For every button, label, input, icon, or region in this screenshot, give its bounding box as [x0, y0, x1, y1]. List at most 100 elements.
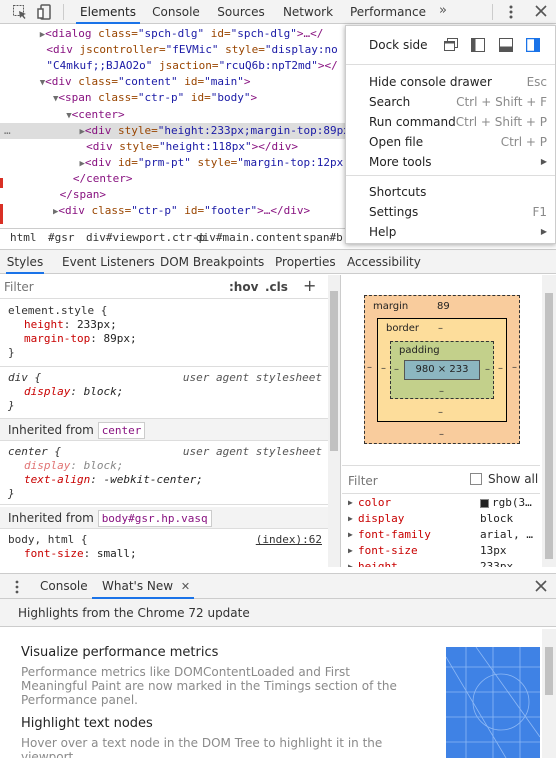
close-icon[interactable]: [534, 4, 548, 21]
color-swatch[interactable]: [480, 499, 489, 508]
content-size[interactable]: 980 × 233: [404, 360, 480, 380]
node-options-icon[interactable]: …: [4, 123, 11, 139]
menu-item-shortcuts[interactable]: Shortcuts: [346, 182, 555, 202]
hov-toggle[interactable]: :hov: [229, 280, 258, 294]
prop-value[interactable]: small;: [97, 547, 137, 560]
new-rule-button[interactable]: +: [303, 276, 316, 295]
drawer-menu-icon[interactable]: [14, 579, 20, 598]
expand-triangle-icon[interactable]: ▶: [348, 511, 353, 527]
computed-filter-input[interactable]: [348, 472, 458, 490]
tab-styles[interactable]: Styles: [6, 250, 44, 274]
drawer-tab-console[interactable]: Console: [28, 574, 100, 599]
menu-item-more-tools[interactable]: More tools ▶: [346, 152, 555, 172]
prop-name[interactable]: font-size: [24, 547, 84, 560]
computed-prop-name: font-size: [358, 544, 418, 557]
drawer-tab-whats-new[interactable]: What's New ✕: [92, 574, 195, 599]
styles-filter-input[interactable]: [4, 278, 214, 296]
breadcrumb-html[interactable]: html: [10, 229, 37, 246]
border-right-value[interactable]: –: [498, 363, 503, 374]
tab-event-listeners[interactable]: Event Listeners: [62, 250, 155, 274]
device-toolbar-icon[interactable]: [37, 4, 53, 20]
tab-console[interactable]: Console: [146, 0, 206, 24]
expand-triangle-icon[interactable]: ▶: [348, 559, 353, 567]
dom-token: <: [86, 140, 93, 153]
tab-performance[interactable]: Performance: [349, 0, 427, 24]
breadcrumb-body[interactable]: span#b: [303, 229, 343, 246]
expand-triangle-icon[interactable]: ▶: [348, 495, 353, 511]
inherited-node-link[interactable]: body#gsr.hp.vasq: [97, 510, 212, 527]
close-tab-icon[interactable]: ✕: [181, 580, 190, 593]
element-style-selector[interactable]: element.style {: [8, 304, 328, 318]
menu-item-search[interactable]: Search Ctrl + Shift + F: [346, 92, 555, 112]
computed-row[interactable]: ▶ font-family arial, …: [342, 527, 540, 543]
menu-shortcut: F1: [532, 205, 547, 219]
tab-properties[interactable]: Properties: [275, 250, 336, 274]
computed-prop-name: font-family: [358, 528, 431, 541]
prop-name[interactable]: height: [24, 318, 64, 331]
feature-description: Performance metrics like DOMContentLoade…: [21, 665, 397, 707]
expand-triangle-icon[interactable]: ▶: [348, 543, 353, 559]
breadcrumb-gsr[interactable]: #gsr: [48, 229, 75, 246]
dom-token: [0, 204, 53, 217]
padding-right-value[interactable]: –: [485, 364, 490, 375]
padding-left-value[interactable]: –: [394, 364, 399, 375]
menu-item-open-file[interactable]: Open file Ctrl + P: [346, 132, 555, 152]
rule-selector: center {: [8, 445, 61, 458]
source-link[interactable]: (index):62: [256, 533, 322, 547]
menu-item-help[interactable]: Help ▶: [346, 222, 555, 242]
chevron-double-right-icon[interactable]: »: [439, 3, 447, 18]
expand-triangle-icon[interactable]: ▶: [348, 527, 353, 543]
dom-token: "content": [118, 75, 178, 88]
div-ua-rule: div {user agent stylesheet display: bloc…: [0, 367, 328, 419]
margin-bottom-value[interactable]: –: [439, 429, 444, 440]
margin-right-value[interactable]: –: [512, 362, 517, 373]
border-top-value[interactable]: –: [438, 323, 443, 334]
dom-token: div: [92, 140, 113, 153]
dom-token: class=: [91, 27, 138, 40]
computed-scrollbar[interactable]: [542, 275, 556, 567]
padding-bottom-value[interactable]: –: [439, 386, 444, 397]
inspect-element-icon[interactable]: [12, 4, 28, 20]
dom-token: class=: [91, 91, 138, 104]
menu-item-run-command[interactable]: Run command Ctrl + Shift + P: [346, 112, 555, 132]
cls-toggle[interactable]: .cls: [265, 280, 288, 294]
kebab-icon[interactable]: [507, 4, 515, 23]
inherited-node-link[interactable]: center: [97, 422, 146, 439]
tab-elements[interactable]: Elements: [76, 0, 140, 24]
menu-item-settings[interactable]: Settings F1: [346, 202, 555, 222]
margin-label: margin: [373, 301, 409, 312]
border-bottom-value[interactable]: –: [438, 407, 443, 418]
tab-sources[interactable]: Sources: [212, 0, 270, 24]
dock-right-icon[interactable]: [525, 37, 541, 55]
drawer-scrollbar[interactable]: [542, 629, 556, 758]
styles-scrollbar[interactable]: [328, 275, 340, 567]
dom-token: >: [99, 188, 106, 201]
margin-top-value[interactable]: 89: [437, 301, 450, 312]
sidebar-tabs: Styles Event Listeners DOM Breakpoints P…: [0, 249, 556, 274]
close-drawer-icon[interactable]: [535, 580, 547, 595]
dock-bottom-icon[interactable]: [499, 38, 513, 55]
computed-row[interactable]: ▶ display block: [342, 511, 540, 527]
computed-row[interactable]: ▶ color rgb(3…: [342, 495, 540, 511]
computed-row[interactable]: ▶ height 233px: [342, 559, 540, 567]
border-left-value[interactable]: –: [381, 363, 386, 374]
dock-left-icon[interactable]: [471, 38, 485, 55]
rule-selector[interactable]: body, html {: [8, 533, 87, 546]
undock-icon[interactable]: [444, 38, 458, 55]
computed-row[interactable]: ▶ font-size 13px: [342, 543, 540, 559]
prop-name[interactable]: margin-top: [24, 332, 90, 345]
feature-image[interactable]: [446, 647, 540, 758]
menu-item-hide-console-drawer[interactable]: Hide console drawer Esc: [346, 72, 555, 92]
prop-value[interactable]: 89px;: [103, 332, 136, 345]
breadcrumb-viewport[interactable]: div#viewport.ctr-p: [86, 229, 205, 246]
tab-dom-breakpoints[interactable]: DOM Breakpoints: [160, 250, 264, 274]
tab-accessibility[interactable]: Accessibility: [347, 250, 421, 274]
computed-prop-value: block: [480, 512, 514, 525]
prop-value[interactable]: 233px;: [77, 318, 117, 331]
show-all-checkbox[interactable]: [470, 473, 482, 485]
breadcrumb-main[interactable]: div#main.content: [196, 229, 302, 246]
margin-left-value[interactable]: –: [367, 362, 372, 373]
tab-network[interactable]: Network: [278, 0, 338, 24]
dom-token: "body": [210, 91, 251, 104]
computed-prop-value: rgb(3…: [492, 496, 532, 509]
